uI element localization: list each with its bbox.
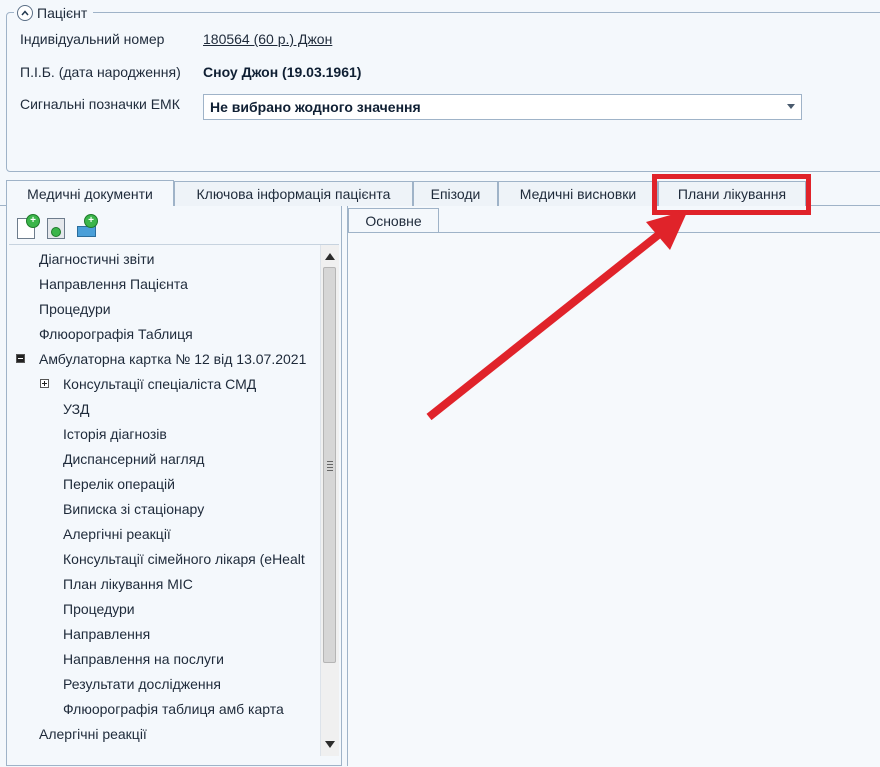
grip-icon	[327, 461, 333, 473]
signals-select[interactable]: Не вибрано жодного значення	[203, 94, 802, 120]
tree-item-label: Амбулаторна картка № 12 від 13.07.2021	[39, 351, 307, 367]
tree-item-label: Алергічні реакції	[63, 526, 171, 542]
tree-item-label: Діагностичні звіти	[39, 251, 155, 267]
scroll-thumb[interactable]	[323, 267, 336, 663]
tree-item[interactable]: Процедури	[39, 298, 111, 320]
tree-item[interactable]: Флюорографія Таблиця	[39, 323, 193, 345]
tree-item[interactable]: Виписка зі стаціонару	[63, 498, 204, 520]
tree-item[interactable]: Алергічні реакції	[39, 723, 147, 745]
tree-item-label: Історія діагнозів	[63, 426, 167, 442]
tree-item-label: Флюорографія Таблиця	[39, 326, 193, 342]
tab-label: Плани лікування	[677, 186, 787, 202]
tree-item-label: Процедури	[39, 301, 111, 317]
tree-item[interactable]: Диспансерний нагляд	[63, 448, 204, 470]
copy-document-button[interactable]	[45, 214, 69, 240]
tree-item-label: План лікування МІС	[63, 576, 193, 592]
name-value: Сноу Джон (19.03.1961)	[203, 64, 362, 80]
subtab-main[interactable]: Основне	[348, 208, 439, 233]
id-value-link[interactable]: 180564 (60 р.) Джон	[203, 31, 332, 47]
tree-item[interactable]: УЗД	[63, 398, 90, 420]
tree-item[interactable]: Процедури	[63, 598, 135, 620]
tree-item-label: Виписка зі стаціонару	[63, 501, 205, 517]
tree-scrollbar[interactable]	[320, 245, 339, 756]
scroll-down-icon[interactable]	[325, 741, 335, 748]
tab-key-patient-info[interactable]: Ключова інформація пацієнта	[174, 181, 413, 206]
tab-treatment-plans[interactable]: Плани лікування	[658, 181, 806, 206]
documents-panel: + + Діагностичні звіти Направлення Пацієн…	[6, 206, 342, 766]
tree-item-label: Консультації сімейного лікаря (eHealt	[63, 551, 305, 567]
tree-item-label: Результати дослідження	[63, 676, 221, 692]
tree-item-label: Флюорографія таблиця амб карта	[63, 701, 284, 717]
documents-tree[interactable]: Діагностичні звіти Направлення Пацієнта Пр…	[9, 244, 339, 765]
tree-item[interactable]: Направлення	[63, 623, 150, 645]
tab-episodes[interactable]: Епізоди	[413, 181, 498, 206]
patient-group-header: Пацієнт	[14, 3, 94, 23]
tree-item-label: УЗД	[63, 401, 90, 417]
details-content	[348, 232, 880, 767]
tree-item[interactable]: Направлення Пацієнта	[39, 273, 188, 295]
plus-icon: +	[84, 214, 98, 228]
signals-label: Сигнальні позначки ЕМК	[20, 96, 180, 112]
tree-item[interactable]: Результати дослідження	[63, 673, 221, 695]
tree-item[interactable]: Консультації сімейного лікаря (eHealt	[63, 548, 305, 570]
signals-select-value: Не вибрано жодного значення	[210, 99, 421, 115]
tab-medical-documents[interactable]: Медичні документи	[6, 180, 174, 206]
subtab-label: Основне	[365, 213, 422, 229]
expand-plus-icon[interactable]	[40, 379, 49, 388]
green-dot-icon	[51, 227, 61, 237]
tree-item-label: Диспансерний нагляд	[63, 451, 205, 467]
tree-item-label: Направлення на послуги	[63, 651, 224, 667]
tree-item[interactable]: Історія діагнозів	[63, 423, 167, 445]
tree-item[interactable]: План лікування МІС	[63, 573, 193, 595]
collapse-minus-icon[interactable]	[16, 354, 25, 363]
tree-item[interactable]: Перелік операцій	[63, 473, 175, 495]
plus-icon: +	[26, 214, 40, 228]
tab-label: Медичні висновки	[519, 186, 637, 202]
dropdown-arrow-icon[interactable]	[787, 104, 795, 109]
name-label: П.І.Б. (дата народження)	[20, 64, 181, 80]
tree-item[interactable]: Діагностичні звіти	[39, 248, 154, 270]
tab-label: Медичні документи	[27, 185, 153, 202]
tree-item[interactable]: Направлення на послуги	[63, 648, 224, 670]
tab-label: Ключова інформація пацієнта	[196, 186, 391, 202]
tree-node[interactable]: Амбулаторна картка № 12 від 13.07.2021	[39, 348, 306, 370]
patient-group-title: Пацієнт	[37, 5, 88, 21]
collapse-up-icon[interactable]	[17, 5, 33, 21]
tree-item[interactable]: Алергічні реакції	[63, 523, 171, 545]
details-panel: Основне	[347, 206, 880, 767]
tab-label: Епізоди	[430, 186, 481, 202]
tree-item-label: Алергічні реакції	[39, 726, 147, 742]
tree-item-label: Направлення	[63, 626, 151, 642]
tree-item-label: Перелік операцій	[63, 476, 175, 492]
tree-node[interactable]: Консультації спеціаліста СМД	[63, 373, 256, 395]
add-record-button[interactable]: +	[75, 214, 99, 240]
tab-medical-conclusions[interactable]: Медичні висновки	[498, 181, 658, 206]
tree-item[interactable]: Флюорографія таблиця амб карта	[63, 698, 284, 720]
documents-toolbar: + +	[15, 214, 99, 240]
tree-item-label: Консультації спеціаліста СМД	[63, 376, 257, 392]
tree-item-label: Направлення Пацієнта	[39, 276, 188, 292]
tree-item-label: Процедури	[63, 601, 135, 617]
new-document-button[interactable]: +	[15, 214, 40, 240]
scroll-up-icon[interactable]	[325, 253, 335, 260]
id-label: Індивідуальний номер	[20, 31, 165, 47]
